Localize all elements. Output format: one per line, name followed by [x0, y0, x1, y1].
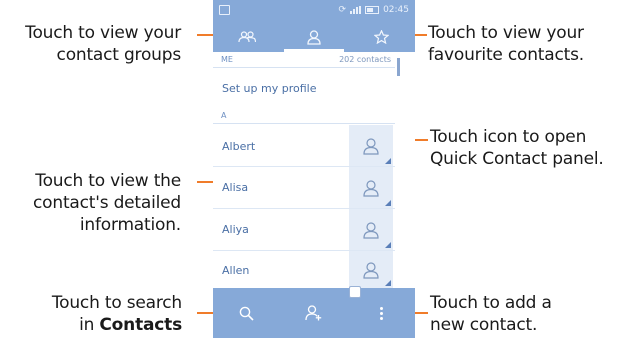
section-label-a: A — [221, 111, 227, 120]
quick-contact-badge[interactable] — [349, 167, 393, 208]
annotation-add-line-1: Touch to add a — [430, 293, 552, 313]
annotation-favourites-line-1: Touch to view your — [428, 23, 584, 43]
set-up-profile-label: Set up my profile — [222, 82, 317, 95]
scrollbar[interactable] — [397, 58, 400, 76]
signal-icon — [350, 6, 362, 14]
battery-icon — [365, 6, 380, 14]
annotation-favourites-line-2: favourite contacts. — [428, 45, 584, 65]
annotation-quick-contact-line-2: Quick Contact panel. — [430, 149, 604, 169]
add-contact-button[interactable] — [280, 288, 347, 338]
annotation-favourites: Touch to view your favourite contacts. — [428, 22, 584, 66]
overflow-menu-icon — [379, 306, 383, 320]
search-button[interactable] — [213, 288, 280, 338]
contact-photo-icon — [363, 179, 379, 197]
annotation-add: Touch to add a new contact. — [430, 292, 552, 336]
contact-name: Alisa — [222, 181, 249, 194]
person-icon — [307, 29, 321, 45]
bottom-action-bar — [213, 288, 415, 338]
annotation-detail: Touch to view the contact's detailed inf… — [33, 170, 181, 236]
contact-name: Albert — [222, 140, 256, 153]
search-icon — [239, 306, 254, 321]
annotation-groups: Touch to view your contact groups — [25, 22, 181, 66]
add-contact-icon — [305, 305, 322, 321]
annotation-groups-line-2: contact groups — [56, 45, 182, 65]
annotation-quick-contact-line-1: Touch icon to open — [430, 127, 587, 147]
contact-photo-icon — [363, 261, 379, 279]
section-header-me: ME 202 contacts — [213, 52, 395, 68]
status-time: 02:45 — [383, 5, 409, 15]
annotation-detail-line-2: contact's detailed — [33, 193, 181, 213]
annotation-search: Touch to search in Contacts — [52, 292, 182, 336]
status-icons: ⟳ 02:45 — [339, 5, 409, 15]
tab-bar — [213, 22, 415, 52]
notification-icon — [219, 5, 230, 18]
quick-contact-badge[interactable] — [349, 209, 393, 250]
status-bar: ⟳ 02:45 — [213, 0, 415, 22]
tab-contacts[interactable] — [280, 22, 347, 52]
annotation-search-line-1: Touch to search — [51, 293, 182, 313]
set-up-profile-row[interactable]: Set up my profile — [213, 68, 395, 108]
contact-name: Allen — [222, 264, 250, 277]
star-icon — [373, 30, 389, 44]
annotation-add-line-2: new contact. — [430, 315, 538, 335]
annotation-search-prefix: in — [79, 315, 100, 335]
floating-add-icon — [349, 286, 361, 298]
annotation-groups-line-1: Touch to view your — [25, 23, 181, 43]
annotation-search-bold: Contacts — [99, 315, 182, 335]
contact-count: 202 contacts — [339, 55, 391, 64]
quick-contact-badge[interactable] — [349, 125, 393, 166]
section-header-a: A — [213, 108, 395, 124]
groups-icon — [238, 31, 256, 43]
contact-photo-icon — [363, 137, 379, 155]
tab-groups[interactable] — [213, 22, 280, 52]
section-label-me: ME — [221, 55, 233, 64]
contact-photo-icon — [363, 221, 379, 239]
annotation-quick-contact: Touch icon to open Quick Contact panel. — [430, 126, 604, 170]
quick-contact-badge[interactable] — [349, 251, 393, 288]
annotation-detail-line-1: Touch to view the — [35, 171, 181, 191]
contact-name: Aliya — [222, 223, 249, 236]
annotation-detail-line-3: information. — [79, 215, 181, 235]
phone-screen: ⟳ 02:45 ME 202 contacts Set up my profil… — [213, 0, 415, 338]
sync-icon: ⟳ — [338, 5, 347, 15]
annotation-search-line-2: in Contacts — [52, 314, 182, 336]
contact-list[interactable]: ME 202 contacts Set up my profile A Albe… — [213, 52, 415, 288]
tab-favourites[interactable] — [348, 22, 415, 52]
